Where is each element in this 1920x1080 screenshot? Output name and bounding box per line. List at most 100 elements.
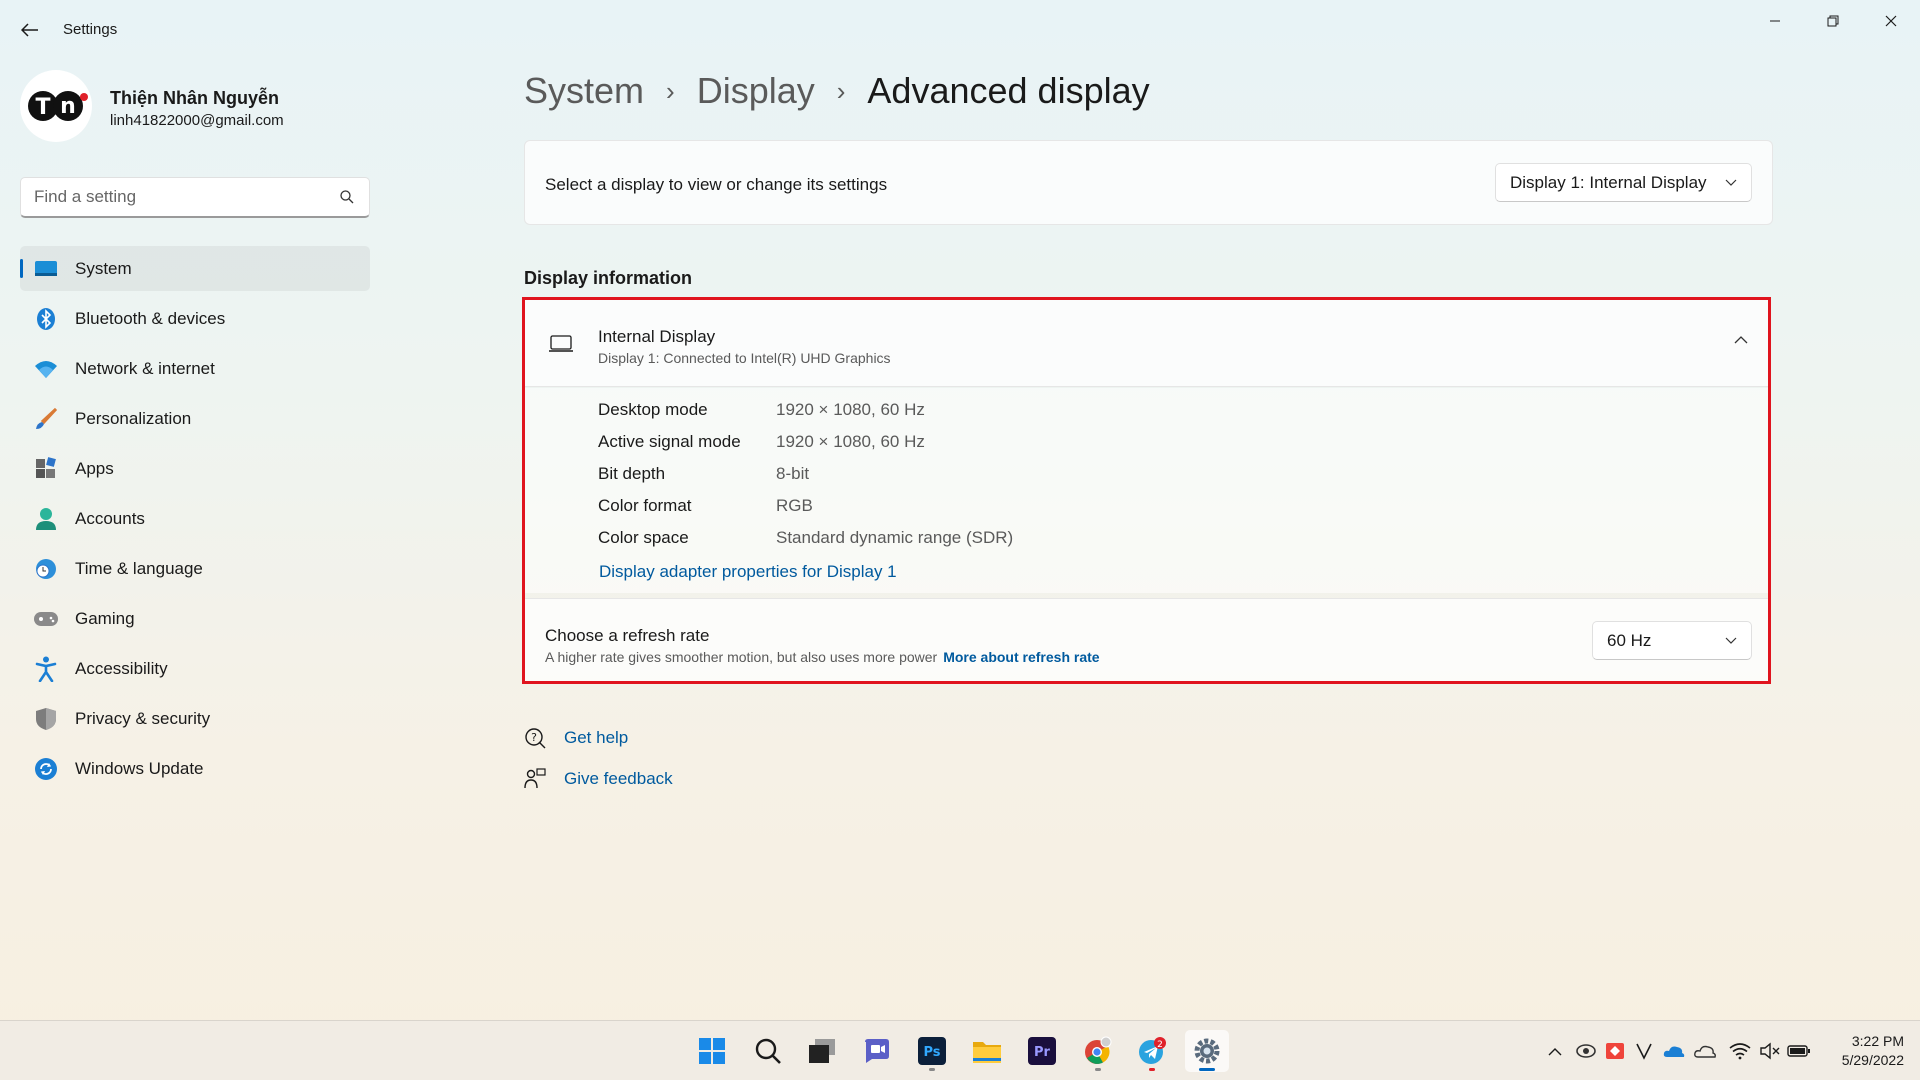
info-key: Bit depth [598,464,666,483]
gamepad-icon [33,606,59,632]
running-indicator [1199,1068,1215,1071]
get-help-link[interactable]: Get help [564,728,628,748]
more-about-refresh-rate-link[interactable]: More about refresh rate [943,649,1099,665]
sidebar-item-accessibility[interactable]: Accessibility [20,646,370,691]
start-icon [699,1038,725,1064]
telegram-app[interactable]: 2 [1130,1030,1174,1072]
sidebar-item-label: Network & internet [75,358,215,378]
battery-icon [1787,1045,1810,1057]
sidebar-item-label: Personalization [75,408,192,428]
display-select-dropdown[interactable]: Display 1: Internal Display [1495,163,1752,202]
taskbar-clock[interactable]: 3:22 PM 5/29/2022 [1810,1032,1904,1070]
minimize-icon [1770,20,1780,22]
internal-display-title: Internal Display [598,327,716,346]
settings-icon [1194,1038,1220,1064]
v-tray-button[interactable] [1632,1039,1656,1063]
wifi-icon [33,356,59,382]
breadcrumb-system[interactable]: System [524,70,644,112]
bluetooth-icon [33,306,59,332]
running-indicator [1149,1068,1155,1071]
task-view-button[interactable] [800,1030,844,1072]
back-button[interactable] [14,16,46,44]
sidebar-item-windows-update[interactable]: Windows Update [20,746,370,791]
chat-button[interactable] [855,1030,899,1072]
minimize-button[interactable] [1752,6,1798,36]
feedback-icon [524,768,546,789]
chrome-app[interactable] [1076,1030,1120,1072]
app-title: Settings [63,21,118,38]
volume-tray-button[interactable] [1758,1039,1782,1063]
refresh-rate-dropdown[interactable]: 60 Hz [1592,621,1752,660]
sidebar-item-accounts[interactable]: Accounts [20,496,370,541]
taskbar: Ps Pr 2 3:22 PM 5/29/2022 [0,1020,1920,1080]
battery-tray-button[interactable] [1787,1039,1811,1063]
sidebar-item-apps[interactable]: Apps [20,446,370,491]
info-row-color-space: Color space Standard dynamic range (SDR) [598,528,1013,548]
telegram-icon: 2 [1139,1037,1166,1064]
sidebar-item-personalization[interactable]: Personalization [20,396,370,441]
start-button[interactable] [690,1030,734,1072]
sidebar-item-label: Accessibility [75,658,168,678]
internal-display-header[interactable]: Internal Display Display 1: Connected to… [525,300,1768,387]
sidebar-item-label: System [75,258,132,278]
tray-app-button[interactable] [1574,1039,1598,1063]
mute-icon [1760,1042,1780,1060]
page-title: Advanced display [867,70,1150,111]
avatar-dot [80,93,88,101]
clock-time: 3:22 PM [1851,1033,1904,1049]
apps-icon [33,456,59,482]
settings-app[interactable] [1185,1030,1229,1072]
breadcrumb: System › Display › Advanced display [524,70,1150,112]
sidebar-item-label: Accounts [75,508,145,528]
display-adapter-properties-link[interactable]: Display adapter properties for Display 1 [599,562,897,582]
sidebar-item-system[interactable]: System [20,246,370,291]
section-title-display-information: Display information [524,268,693,288]
sidebar-item-label: Apps [75,458,114,478]
sidebar-item-privacy-security[interactable]: Privacy & security [20,696,370,741]
show-hidden-icons-button[interactable] [1543,1039,1567,1063]
info-value: 1920 × 1080, 60 Hz [776,432,925,451]
chat-icon [865,1039,889,1063]
premiere-app[interactable]: Pr [1020,1030,1064,1072]
display-select-label: Select a display to view or change its s… [545,175,888,194]
person-icon [33,506,59,532]
cloud-tray-button[interactable] [1693,1039,1717,1063]
restore-button[interactable] [1810,6,1856,36]
breadcrumb-display[interactable]: Display [697,70,815,112]
network-tray-button[interactable] [1728,1039,1752,1063]
info-row-color-format: Color format RGB [598,496,813,516]
info-key: Active signal mode [598,432,741,451]
premiere-icon: Pr [1028,1037,1056,1065]
info-key: Color format [598,496,692,515]
sidebar-item-gaming[interactable]: Gaming [20,596,370,641]
file-explorer-app[interactable] [965,1030,1009,1072]
info-key: Desktop mode [598,400,708,419]
chrome-icon [1085,1036,1112,1064]
give-feedback-link[interactable]: Give feedback [564,769,673,789]
photoshop-icon-label: Ps [923,1045,940,1060]
avatar-initial-t: T [35,95,50,120]
close-button[interactable] [1868,6,1914,36]
info-key: Color space [598,528,689,547]
info-value: Standard dynamic range (SDR) [776,528,1014,547]
chevron-up-icon[interactable] [1734,335,1748,344]
sidebar-item-label: Windows Update [75,758,204,778]
search-input[interactable] [34,187,324,207]
get-help-row[interactable]: ? Get help [524,727,628,749]
search-icon [340,190,354,204]
search-box[interactable] [20,177,370,218]
taskbar-search-button[interactable] [746,1030,790,1072]
chevron-down-icon [1725,179,1737,186]
sidebar-item-label: Gaming [75,608,135,628]
anydesk-tray-button[interactable] [1603,1039,1627,1063]
sidebar-item-time-language[interactable]: Time & language [20,546,370,591]
wifi-icon [1729,1043,1751,1060]
give-feedback-row[interactable]: Give feedback [524,768,673,790]
premiere-icon-label: Pr [1034,1045,1051,1060]
sidebar-nav: System Bluetooth & devices Network & int… [20,246,370,796]
onedrive-tray-button[interactable] [1662,1039,1686,1063]
sidebar-item-network[interactable]: Network & internet [20,346,370,391]
sidebar-item-bluetooth[interactable]: Bluetooth & devices [20,296,370,341]
photoshop-app[interactable]: Ps [910,1030,954,1072]
info-row-active-signal-mode: Active signal mode 1920 × 1080, 60 Hz [598,432,925,452]
